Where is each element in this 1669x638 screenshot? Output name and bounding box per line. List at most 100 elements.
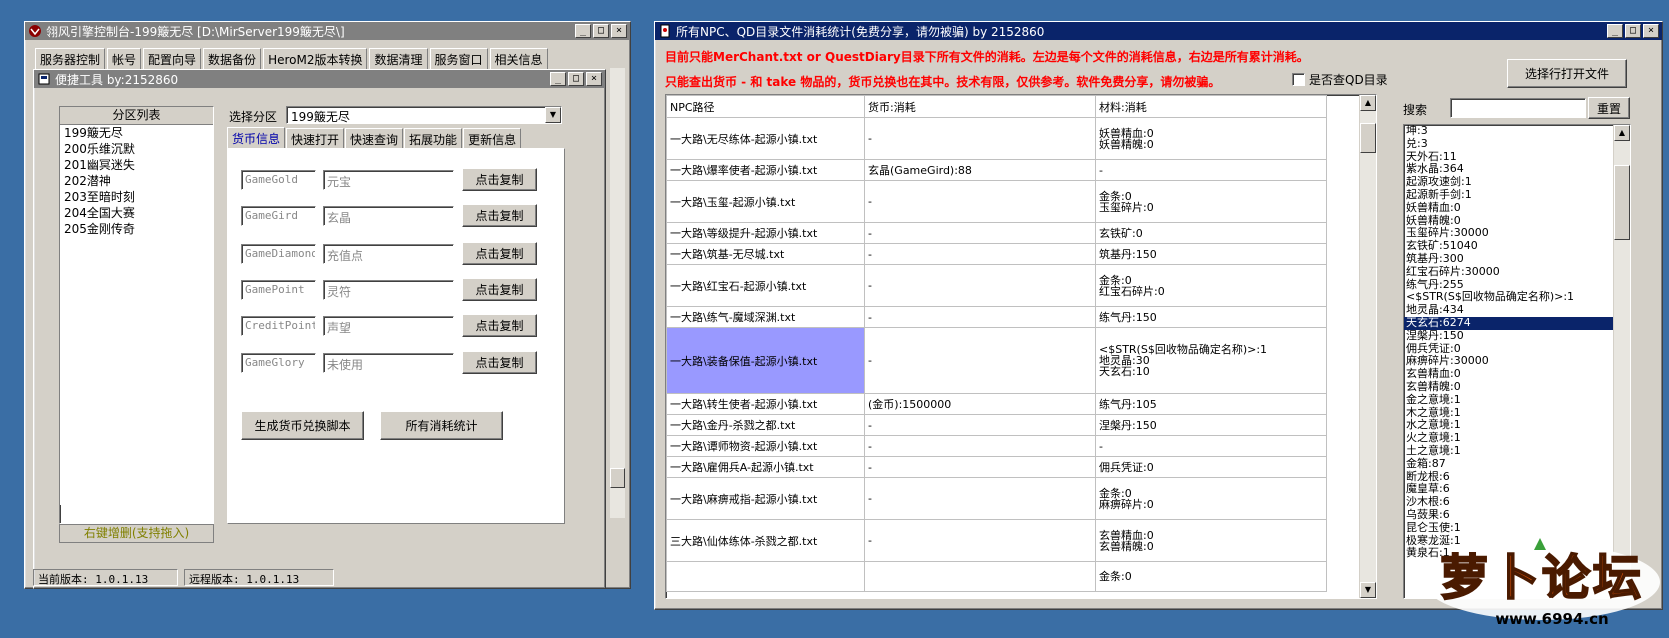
checkbox-box[interactable] bbox=[1292, 73, 1305, 86]
col-currency[interactable]: 货币:消耗 bbox=[864, 95, 1096, 118]
reset-button[interactable]: 重置 bbox=[1588, 97, 1630, 119]
tab-quick-open[interactable]: 快速打开 bbox=[286, 128, 345, 150]
currency-name-field[interactable]: 玄晶 bbox=[323, 206, 454, 226]
list-item[interactable]: 起源新手剑:1 bbox=[1404, 188, 1614, 202]
maximize-icon[interactable]: □ bbox=[568, 72, 584, 86]
cell-currency[interactable]: 玄晶(GameGird):88 bbox=[864, 159, 1096, 181]
table-row[interactable]: 一大路\装备保值-起源小镇.txt - <$STR(S$回收物品确定名称)>:1 地灵… bbox=[666, 327, 1327, 394]
generate-script-button[interactable]: 生成货币兑换脚本 bbox=[241, 411, 364, 440]
cell-npc-path[interactable]: 一大路\雇佣兵A-起源小镇.txt bbox=[666, 456, 865, 478]
cell-currency[interactable]: - bbox=[864, 435, 1096, 457]
menu-data-backup[interactable]: 数据备份 bbox=[203, 48, 262, 70]
list-item[interactable]: 妖兽精血:0 bbox=[1404, 201, 1614, 215]
cell-materials[interactable]: 金条:0 麻痹碎片:0 bbox=[1095, 477, 1327, 520]
summary-list[interactable]: 坤:3 兑:3 天外石:11 紫水晶:364 起源攻速剑:1 起源新手剑:1 妖兽精血:0 妖… bbox=[1404, 125, 1614, 560]
cell-currency[interactable]: - bbox=[864, 243, 1096, 265]
cell-npc-path[interactable]: 一大路\无尽练体-起源小镇.txt bbox=[666, 117, 865, 160]
stats-titlebar[interactable]: 所有NPC、QD目录文件消耗统计(免费分享，请勿被骗) by 2152860 _… bbox=[655, 22, 1662, 40]
list-item[interactable]: 火之意境:1 bbox=[1404, 431, 1614, 445]
cell-materials[interactable]: 玄兽精血:0 玄兽精魄:0 bbox=[1095, 519, 1327, 562]
menu-account[interactable]: 帐号 bbox=[107, 48, 142, 70]
list-item[interactable]: 筑基丹:300 bbox=[1404, 252, 1614, 266]
table-row[interactable]: 一大路\红宝石-起源小镇.txt - 金条:0 红宝石碎片:0 bbox=[666, 264, 1327, 307]
list-item[interactable]: 201幽冥迷失 bbox=[60, 157, 213, 173]
currency-name-field[interactable]: 声望 bbox=[323, 316, 454, 336]
cell-npc-path[interactable]: 一大路\爆率使者-起源小镇.txt bbox=[666, 159, 865, 181]
scroll-down-icon[interactable]: ▼ bbox=[1360, 582, 1376, 598]
list-item[interactable]: 昆仑玉使:1 bbox=[1404, 521, 1614, 535]
table-row[interactable]: 一大路\筑基-无尽城.txt - 筑基丹:150 bbox=[666, 243, 1327, 265]
table-row[interactable]: 一大路\爆率使者-起源小镇.txt 玄晶(GameGird):88- bbox=[666, 159, 1327, 181]
all-stats-button[interactable]: 所有消耗统计 bbox=[380, 411, 503, 440]
list-item[interactable]: 天玄石:6274 bbox=[1404, 316, 1614, 330]
copy-button[interactable]: 点击复制 bbox=[462, 278, 537, 301]
cell-materials[interactable]: 玄铁矿:0 bbox=[1095, 222, 1327, 244]
summary-scrollbar[interactable]: ▲ bbox=[1613, 125, 1630, 598]
currency-var-field[interactable]: GameGlory bbox=[241, 353, 316, 373]
currency-name-field[interactable]: 灵符 bbox=[323, 280, 454, 300]
copy-button[interactable]: 点击复制 bbox=[462, 204, 537, 227]
cell-npc-path[interactable]: 一大路\练气-魔域深渊.txt bbox=[666, 306, 865, 328]
cell-currency[interactable]: - bbox=[864, 456, 1096, 478]
cell-npc-path[interactable]: 一大路\筑基-无尽城.txt bbox=[666, 243, 865, 265]
cell-currency[interactable]: - bbox=[864, 306, 1096, 328]
zone-list[interactable]: 199簸无尽 200乐维沉默 201幽冥迷失 202潜神 203至暗时刻 204… bbox=[60, 125, 213, 505]
cell-currency[interactable]: - bbox=[864, 222, 1096, 244]
cell-npc-path[interactable]: 一大路\谭师物资-起源小镇.txt bbox=[666, 435, 865, 457]
currency-var-field[interactable]: GameDiamond bbox=[241, 244, 316, 264]
qd-checkbox[interactable]: 是否查QD目录 bbox=[1292, 71, 1388, 88]
menu-herom2[interactable]: HeroM2版本转换 bbox=[263, 48, 368, 70]
list-item[interactable]: 205金刚传奇 bbox=[60, 221, 213, 237]
tool-titlebar[interactable]: 便捷工具 by:2152860 _ □ × bbox=[34, 70, 605, 88]
list-item[interactable]: 202潜神 bbox=[60, 173, 213, 189]
cell-currency[interactable]: - bbox=[864, 117, 1096, 160]
list-item[interactable]: 200乐维沉默 bbox=[60, 141, 213, 157]
menu-server-control[interactable]: 服务器控制 bbox=[35, 48, 106, 70]
table-row[interactable]: 一大路\麻痹戒指-起源小镇.txt - 金条:0 麻痹碎片:0 bbox=[666, 477, 1327, 520]
cell-currency[interactable]: - bbox=[864, 477, 1096, 520]
cell-npc-path[interactable]: 一大路\等级提升-起源小镇.txt bbox=[666, 222, 865, 244]
list-item[interactable]: 沙木根:6 bbox=[1404, 495, 1614, 509]
cell-currency[interactable]: - bbox=[864, 519, 1096, 562]
cell-npc-path[interactable] bbox=[666, 561, 865, 592]
menu-about[interactable]: 相关信息 bbox=[489, 48, 548, 70]
cell-materials[interactable]: 练气丹:105 bbox=[1095, 393, 1327, 415]
cell-npc-path[interactable]: 一大路\金丹-杀戮之都.txt bbox=[666, 414, 865, 436]
cell-currency[interactable]: - bbox=[864, 180, 1096, 223]
chevron-down-icon[interactable]: ▼ bbox=[545, 107, 561, 123]
table-row[interactable]: 一大路\金丹-杀戮之都.txt - 涅槃丹:150 bbox=[666, 414, 1327, 436]
list-item[interactable]: 涅槃丹:150 bbox=[1404, 329, 1614, 343]
list-item[interactable]: 红宝石碎片:30000 bbox=[1404, 265, 1614, 279]
table-row[interactable]: 一大路\谭师物资-起源小镇.txt - - bbox=[666, 435, 1327, 457]
close-icon[interactable]: × bbox=[611, 24, 627, 38]
minimize-icon[interactable]: _ bbox=[550, 72, 566, 86]
currency-var-field[interactable]: GamePoint bbox=[241, 280, 316, 300]
table-row[interactable]: 一大路\等级提升-起源小镇.txt - 玄铁矿:0 bbox=[666, 222, 1327, 244]
menu-data-clean[interactable]: 数据清理 bbox=[369, 48, 428, 70]
minimize-icon[interactable]: _ bbox=[575, 24, 591, 38]
cell-materials[interactable]: <$STR(S$回收物品确定名称)>:1 地灵晶:30 天玄石:10 bbox=[1095, 327, 1327, 394]
tab-quick-query[interactable]: 快速查询 bbox=[345, 128, 404, 150]
list-item[interactable]: 玄兽精魄:0 bbox=[1404, 380, 1614, 394]
list-item[interactable]: 203至暗时刻 bbox=[60, 189, 213, 205]
tab-updates[interactable]: 更新信息 bbox=[463, 128, 522, 150]
cell-materials[interactable]: 佣兵凭证:0 bbox=[1095, 456, 1327, 478]
currency-name-field[interactable]: 充值点 bbox=[323, 244, 454, 264]
close-icon[interactable]: × bbox=[586, 72, 602, 86]
scroll-thumb[interactable] bbox=[1614, 165, 1630, 240]
menu-service-window[interactable]: 服务窗口 bbox=[429, 48, 488, 70]
table-row[interactable]: 一大路\玉玺-起源小镇.txt - 金条:0 玉玺碎片:0 bbox=[666, 180, 1327, 223]
scroll-up-icon[interactable]: ▲ bbox=[1614, 125, 1630, 141]
list-item[interactable]: 金箱:87 bbox=[1404, 457, 1614, 471]
maximize-icon[interactable]: □ bbox=[1625, 24, 1641, 38]
search-input[interactable] bbox=[1450, 98, 1586, 118]
minimize-icon[interactable]: _ bbox=[1607, 24, 1623, 38]
table-scrollbar[interactable]: ▲ ▼ bbox=[1359, 95, 1376, 598]
console-scrollbar[interactable] bbox=[609, 68, 625, 518]
list-item[interactable]: 土之意境:1 bbox=[1404, 444, 1614, 458]
scroll-up-icon[interactable]: ▲ bbox=[1360, 95, 1376, 111]
cell-npc-path[interactable]: 一大路\装备保值-起源小镇.txt bbox=[666, 327, 865, 394]
col-materials[interactable]: 材料:消耗 bbox=[1095, 95, 1327, 118]
list-item[interactable]: 乌蔹果:6 bbox=[1404, 508, 1614, 522]
maximize-icon[interactable]: □ bbox=[593, 24, 609, 38]
